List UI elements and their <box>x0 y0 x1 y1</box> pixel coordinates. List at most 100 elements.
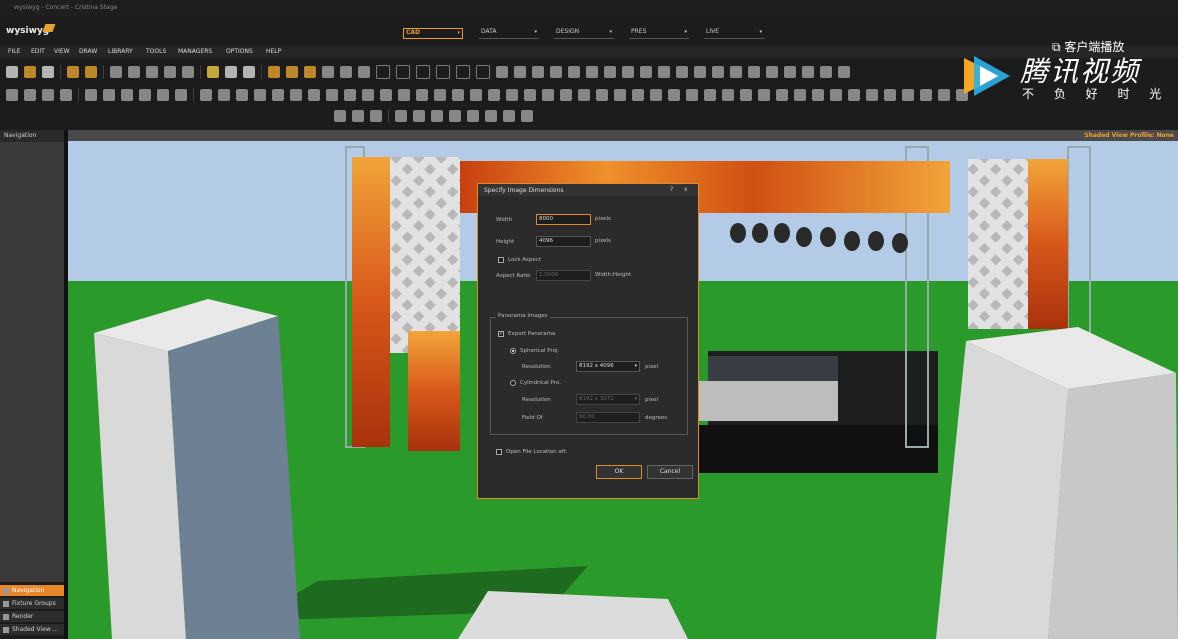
menu-file[interactable]: FILE <box>8 48 20 55</box>
tool-icon[interactable] <box>748 66 760 78</box>
tool-icon[interactable] <box>326 89 338 101</box>
tool-icon[interactable] <box>784 66 796 78</box>
mode-tab-live[interactable]: LIVE ▾ <box>704 28 764 39</box>
tool-icon[interactable] <box>704 89 716 101</box>
menu-library[interactable]: LIBRARY <box>108 48 133 55</box>
nav-tab-shaded-view[interactable]: Shaded View ... <box>0 623 64 635</box>
tool-icon[interactable] <box>431 110 443 122</box>
shape-icon[interactable] <box>476 65 490 79</box>
tool-icon[interactable] <box>712 66 724 78</box>
tool-icon[interactable] <box>485 110 497 122</box>
tool-icon[interactable] <box>524 89 536 101</box>
cylindrical-radio[interactable] <box>510 380 516 386</box>
tool-icon[interactable] <box>740 89 752 101</box>
field-of-view-input[interactable]: 90.00 <box>576 412 640 423</box>
tool-icon[interactable] <box>200 89 212 101</box>
tool-icon[interactable] <box>236 89 248 101</box>
height-input[interactable]: 4096 <box>536 236 591 247</box>
tool-icon[interactable] <box>550 66 562 78</box>
tool-icon[interactable] <box>218 89 230 101</box>
new-file-icon[interactable] <box>6 66 18 78</box>
tool-icon[interactable] <box>370 110 382 122</box>
tool-icon[interactable] <box>449 110 461 122</box>
tool-icon[interactable] <box>658 66 670 78</box>
tool-icon[interactable] <box>175 89 187 101</box>
print-icon[interactable] <box>85 66 97 78</box>
nav-tab-render[interactable]: Render <box>0 610 64 622</box>
tool-icon[interactable] <box>758 89 770 101</box>
line-icon[interactable] <box>396 65 410 79</box>
tool-icon[interactable] <box>884 89 896 101</box>
mode-tab-pres[interactable]: PRES ▾ <box>629 28 689 39</box>
spherical-radio[interactable] <box>510 348 516 354</box>
tool-icon[interactable] <box>578 89 590 101</box>
tool-icon[interactable] <box>820 66 832 78</box>
move-icon[interactable] <box>6 89 18 101</box>
document-icon[interactable] <box>67 66 79 78</box>
tool-icon[interactable] <box>622 66 634 78</box>
circle-icon[interactable] <box>416 65 430 79</box>
menu-managers[interactable]: MANAGERS <box>178 48 212 55</box>
tool-icon[interactable] <box>506 89 518 101</box>
open-file-location-checkbox[interactable] <box>496 449 502 455</box>
tool-icon[interactable] <box>632 89 644 101</box>
fixture-icon[interactable] <box>268 66 280 78</box>
sphere-icon[interactable] <box>139 89 151 101</box>
cube-icon[interactable] <box>452 89 464 101</box>
cylindrical-resolution-select[interactable]: 8192 x 3072 ▾ <box>576 394 640 405</box>
mirror-icon[interactable] <box>60 89 72 101</box>
tool-icon[interactable] <box>503 110 515 122</box>
tool-icon[interactable] <box>470 89 482 101</box>
mode-tab-cad[interactable]: CAD ▾ <box>403 28 463 39</box>
menu-draw[interactable]: DRAW <box>79 48 97 55</box>
menu-tools[interactable]: TOOLS <box>146 48 166 55</box>
tool-icon[interactable] <box>272 89 284 101</box>
tool-icon[interactable] <box>730 66 742 78</box>
sphere-icon[interactable] <box>121 89 133 101</box>
tool-icon[interactable] <box>308 89 320 101</box>
grid-icon[interactable] <box>322 66 334 78</box>
tool-icon[interactable] <box>838 66 850 78</box>
tool-icon[interactable] <box>542 89 554 101</box>
tool-icon[interactable] <box>802 66 814 78</box>
tool-icon[interactable] <box>902 89 914 101</box>
sphere-icon[interactable] <box>103 89 115 101</box>
paste-icon[interactable] <box>164 66 176 78</box>
tool-icon[interactable] <box>596 89 608 101</box>
fixture-icon[interactable] <box>304 66 316 78</box>
tool-icon[interactable] <box>650 89 662 101</box>
scale-icon[interactable] <box>42 89 54 101</box>
cube-icon[interactable] <box>434 89 446 101</box>
tool-icon[interactable] <box>614 89 626 101</box>
delete-icon[interactable] <box>182 66 194 78</box>
tool-icon[interactable] <box>395 110 407 122</box>
tool-icon[interactable] <box>532 66 544 78</box>
nav-tab-navigation[interactable]: Navigation <box>0 584 64 596</box>
tool-icon[interactable] <box>848 89 860 101</box>
tool-icon[interactable] <box>604 66 616 78</box>
help-icon[interactable]: ? <box>670 186 673 193</box>
save-icon[interactable] <box>42 66 54 78</box>
cut-icon[interactable] <box>128 66 140 78</box>
tool-icon[interactable] <box>676 66 688 78</box>
point-icon[interactable] <box>376 65 390 79</box>
tool-icon[interactable] <box>668 89 680 101</box>
tool-icon[interactable] <box>488 89 500 101</box>
text-icon[interactable] <box>456 65 470 79</box>
tool-icon[interactable] <box>521 110 533 122</box>
tool-icon[interactable] <box>686 89 698 101</box>
export-panorama-checkbox[interactable]: ✓ <box>498 331 504 337</box>
mode-tab-data[interactable]: DATA ▾ <box>479 28 539 39</box>
menu-options[interactable]: OPTIONS <box>226 48 253 55</box>
find-icon[interactable] <box>110 66 122 78</box>
close-icon[interactable]: x <box>684 186 688 193</box>
tool-icon[interactable] <box>496 66 508 78</box>
tool-icon[interactable] <box>413 110 425 122</box>
cube-icon[interactable] <box>398 89 410 101</box>
rotate-icon[interactable] <box>24 89 36 101</box>
tool-icon[interactable] <box>794 89 806 101</box>
menu-view[interactable]: VIEW <box>54 48 70 55</box>
fixture-icon[interactable] <box>286 66 298 78</box>
tool-icon[interactable] <box>694 66 706 78</box>
copy-icon[interactable] <box>146 66 158 78</box>
